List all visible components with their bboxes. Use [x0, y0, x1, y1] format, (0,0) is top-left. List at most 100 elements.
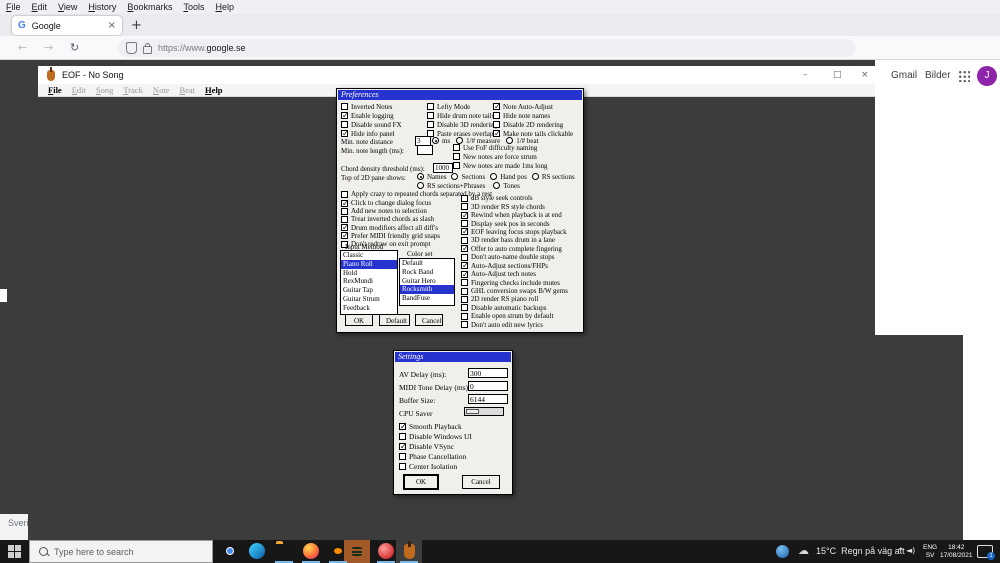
- preference-checkbox-row[interactable]: dB style seek controls: [461, 194, 568, 202]
- checkbox-icon[interactable]: [341, 103, 348, 110]
- red-app-icon[interactable]: [378, 543, 394, 559]
- list-item[interactable]: Classic: [341, 251, 397, 260]
- checkbox-icon[interactable]: [427, 103, 434, 110]
- close-icon[interactable]: ×: [861, 70, 869, 80]
- back-icon[interactable]: ←: [18, 41, 27, 54]
- preference-checkbox-row[interactable]: Note Auto-Adjust: [493, 102, 573, 111]
- eof-menu-item[interactable]: File: [48, 85, 62, 95]
- eof-titlebar[interactable]: EOF - No Song – □ ×: [38, 66, 875, 84]
- radio-option[interactable]: ms: [432, 136, 450, 145]
- radio-icon[interactable]: [493, 182, 501, 189]
- list-item[interactable]: Rocksmith: [400, 285, 454, 295]
- list-item[interactable]: Piano Roll: [341, 259, 397, 269]
- preference-checkbox-row[interactable]: Rewind when playback is at end: [461, 211, 568, 220]
- checkbox-icon[interactable]: [461, 295, 468, 303]
- checkbox-icon[interactable]: [461, 236, 468, 244]
- preference-checkbox-row[interactable]: Add new notes to selection: [341, 207, 440, 215]
- preference-checkbox-row[interactable]: Disable sound FX: [341, 120, 402, 129]
- shield-icon[interactable]: [126, 42, 137, 54]
- setting-checkbox-row[interactable]: Disable Windows UI: [399, 431, 472, 441]
- av-delay-field[interactable]: 300: [468, 368, 508, 378]
- checkbox-icon[interactable]: [493, 102, 501, 111]
- checkbox-icon[interactable]: [461, 203, 468, 211]
- checkbox-icon[interactable]: [341, 223, 349, 232]
- weather-cloud-icon[interactable]: ☁: [798, 544, 809, 557]
- radio-option[interactable]: Sections: [451, 172, 485, 181]
- browser-menu-tools[interactable]: Tools: [183, 2, 204, 12]
- checkbox-icon[interactable]: [493, 121, 500, 128]
- eof-menu-item[interactable]: Note: [153, 85, 170, 95]
- maximize-icon[interactable]: □: [833, 70, 842, 80]
- eof-menu-item[interactable]: Track: [123, 85, 143, 95]
- ok-button[interactable]: OK: [345, 314, 373, 326]
- checkbox-icon[interactable]: [461, 304, 468, 312]
- radio-icon[interactable]: [432, 137, 439, 144]
- lock-icon[interactable]: [143, 42, 152, 54]
- eof-taskbar-icon[interactable]: [404, 541, 415, 559]
- tray-app-icon[interactable]: [776, 545, 789, 558]
- preference-checkbox-row[interactable]: Inverted Notes: [341, 102, 402, 111]
- checkbox-icon[interactable]: [399, 462, 406, 470]
- preference-checkbox-row[interactable]: Offer to auto complete fingering: [461, 244, 568, 253]
- setting-checkbox-row[interactable]: Smooth Playback: [399, 421, 472, 431]
- checkbox-icon[interactable]: [453, 153, 460, 160]
- images-link[interactable]: Bilder: [925, 70, 951, 81]
- setting-checkbox-row[interactable]: Center Isolation: [399, 461, 472, 471]
- preference-checkbox-row[interactable]: New notes are force strum: [453, 152, 548, 161]
- new-tab-button[interactable]: +: [131, 18, 142, 33]
- checkbox-icon[interactable]: [461, 227, 469, 236]
- list-item[interactable]: Guitar Strum: [341, 295, 397, 304]
- checkbox-icon[interactable]: [461, 261, 469, 270]
- list-item[interactable]: Guitar Tap: [341, 286, 397, 295]
- browser-menu-edit[interactable]: Edit: [32, 2, 48, 12]
- radio-option[interactable]: RS sections: [531, 172, 575, 181]
- language-indicator[interactable]: ENG SV: [923, 544, 937, 559]
- tab-close-icon[interactable]: ×: [108, 20, 116, 31]
- avatar[interactable]: J: [977, 66, 997, 86]
- browser-menu-history[interactable]: History: [88, 2, 116, 12]
- radio-option[interactable]: Tones: [493, 181, 520, 190]
- list-item[interactable]: Hold: [341, 269, 397, 278]
- preference-checkbox-row[interactable]: EOF leaving focus stops playback: [461, 227, 568, 236]
- url-bar[interactable]: https://www.google.se: [118, 39, 855, 57]
- preference-checkbox-row[interactable]: Disable 2D rendering: [493, 120, 573, 129]
- preference-checkbox-row[interactable]: Click to change dialog focus: [341, 199, 440, 208]
- preference-checkbox-row[interactable]: 2D render RS piano roll: [461, 295, 568, 303]
- radio-icon[interactable]: [451, 173, 459, 180]
- preference-checkbox-row[interactable]: Lefty Mode: [427, 102, 497, 111]
- checkbox-icon[interactable]: [461, 312, 468, 320]
- clock[interactable]: 18:42 17/08/2021: [940, 544, 973, 559]
- preference-checkbox-row[interactable]: Treat inverted chords as slash: [341, 215, 440, 223]
- preferences-title[interactable]: Preferences: [338, 90, 582, 100]
- checkbox-icon[interactable]: [427, 121, 434, 128]
- checkbox-icon[interactable]: [399, 442, 407, 451]
- checkbox-icon[interactable]: [341, 231, 349, 240]
- preference-checkbox-row[interactable]: Auto-Adjust sections/FHPs: [461, 261, 568, 270]
- gmail-link[interactable]: Gmail: [891, 70, 917, 81]
- preference-checkbox-row[interactable]: Don't auto edit new lyrics: [461, 321, 568, 329]
- list-item[interactable]: RexMundi: [341, 277, 397, 286]
- preference-checkbox-row[interactable]: Prefer MIDI friendly grid snaps: [341, 231, 440, 240]
- checkbox-icon[interactable]: [461, 244, 469, 253]
- preference-checkbox-row[interactable]: New notes are made 1ms long: [453, 161, 548, 170]
- browser-menu-bookmarks[interactable]: Bookmarks: [127, 2, 172, 12]
- checkbox-icon[interactable]: [461, 194, 468, 202]
- min-note-length-field[interactable]: [417, 145, 433, 155]
- checkbox-icon[interactable]: [399, 422, 407, 431]
- radio-icon[interactable]: [417, 182, 424, 189]
- browser-menu-view[interactable]: View: [58, 2, 77, 12]
- checkbox-icon[interactable]: [461, 287, 468, 295]
- checkbox-icon[interactable]: [453, 162, 460, 169]
- checkbox-icon[interactable]: [341, 215, 348, 223]
- settings-title[interactable]: Settings: [395, 352, 511, 362]
- buffer-size-field[interactable]: 6144: [468, 394, 508, 404]
- checkbox-icon[interactable]: [341, 121, 348, 128]
- preference-checkbox-row[interactable]: GHL conversion swaps B/W gems: [461, 287, 568, 295]
- google-apps-grid-icon[interactable]: [959, 71, 970, 82]
- midi-delay-field[interactable]: 0: [468, 381, 508, 391]
- preference-checkbox-row[interactable]: Display seek pos in seconds: [461, 219, 568, 228]
- setting-checkbox-row[interactable]: Phase Cancellation: [399, 451, 472, 461]
- setting-checkbox-row[interactable]: Disable VSync: [399, 441, 472, 451]
- checkbox-icon[interactable]: [341, 207, 348, 215]
- preference-checkbox-row[interactable]: 3D render bass drum in a lane: [461, 236, 568, 244]
